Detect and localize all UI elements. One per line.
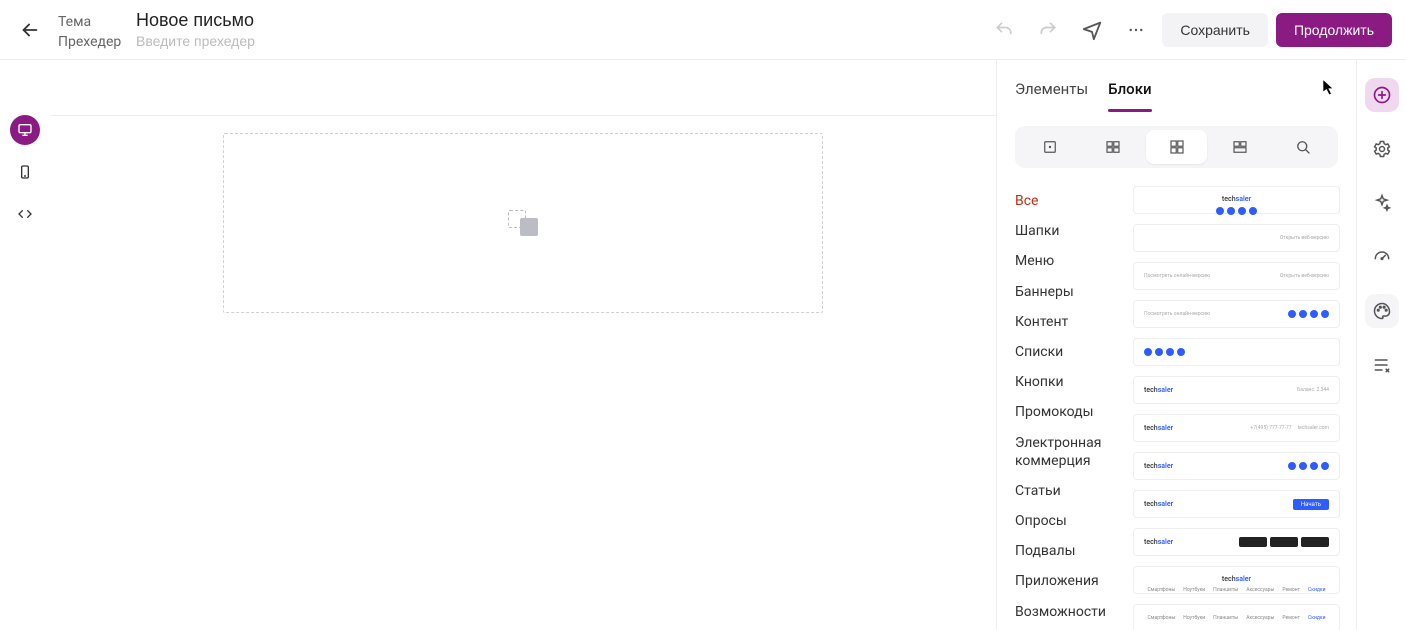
tab-elements[interactable]: Элементы xyxy=(1015,74,1088,112)
image-placeholder-icon xyxy=(508,210,538,236)
ai-sparkle-button[interactable] xyxy=(1365,186,1399,220)
category-item[interactable]: Списки xyxy=(1015,337,1125,367)
preheader-label: Прехедер xyxy=(58,34,122,50)
performance-button[interactable] xyxy=(1365,240,1399,274)
send-preview-button[interactable] xyxy=(1074,12,1110,48)
theme-button[interactable] xyxy=(1365,294,1399,328)
template-card[interactable]: techsaler xyxy=(1133,528,1340,556)
template-card[interactable]: СмартфоныНоутбукиПланшетыАксессуарыРемон… xyxy=(1133,604,1340,630)
save-button[interactable]: Сохранить xyxy=(1162,13,1268,47)
preheader-input[interactable] xyxy=(136,33,436,49)
undo-button[interactable] xyxy=(986,12,1022,48)
category-item[interactable]: Контент xyxy=(1015,307,1125,337)
template-card[interactable]: Открыть веб-версию xyxy=(1133,224,1340,252)
desktop-view-button[interactable] xyxy=(10,115,40,145)
category-item[interactable]: Приложения xyxy=(1015,566,1125,596)
category-item[interactable]: Подвалы xyxy=(1015,536,1125,566)
app-header: Тема Прехедер Сохранить Продолжить xyxy=(0,0,1406,60)
layout-1col-button[interactable] xyxy=(1019,130,1080,164)
category-item[interactable]: Баннеры xyxy=(1015,277,1125,307)
subject-block: Тема Прехедер xyxy=(58,10,436,50)
category-item[interactable]: Все xyxy=(1015,186,1125,216)
category-item[interactable]: Возможности xyxy=(1015,597,1125,627)
layout-toolbar xyxy=(1015,126,1338,168)
tab-blocks[interactable]: Блоки xyxy=(1108,74,1151,112)
add-block-button[interactable] xyxy=(1365,78,1399,112)
edit-list-button[interactable] xyxy=(1365,348,1399,382)
template-card[interactable]: techsaler Баланс: 2 344 xyxy=(1133,376,1340,404)
category-item[interactable]: Опросы xyxy=(1015,506,1125,536)
tools-rail xyxy=(1356,60,1406,630)
template-card[interactable]: techsaler +7(495) 777-77-77techsaler.com xyxy=(1133,414,1340,442)
more-menu-button[interactable] xyxy=(1118,12,1154,48)
category-item[interactable]: Промокоды xyxy=(1015,397,1125,427)
template-card[interactable] xyxy=(1133,338,1340,366)
continue-button[interactable]: Продолжить xyxy=(1276,13,1392,47)
device-rail xyxy=(0,60,50,630)
back-button[interactable] xyxy=(14,14,46,46)
header-actions: Сохранить Продолжить xyxy=(986,12,1392,48)
category-item[interactable]: Электронная коммерция xyxy=(1015,428,1125,476)
template-card[interactable]: techsaler xyxy=(1133,186,1340,214)
subject-label: Тема xyxy=(58,14,122,30)
template-card[interactable]: techsaler xyxy=(1133,452,1340,480)
layout-grid-button[interactable] xyxy=(1146,130,1207,164)
category-item[interactable]: Шапки xyxy=(1015,216,1125,246)
redo-button[interactable] xyxy=(1030,12,1066,48)
template-card[interactable]: techsaler Начать xyxy=(1133,490,1340,518)
panel-tabs: Элементы Блоки xyxy=(997,60,1356,112)
category-list: Все Шапки Меню Баннеры Контент Списки Кн… xyxy=(997,182,1125,630)
mobile-view-button[interactable] xyxy=(10,157,40,187)
layout-2col-button[interactable] xyxy=(1082,130,1143,164)
category-item[interactable]: Статьи xyxy=(1015,476,1125,506)
right-panel: Элементы Блоки Все Шапки Мен xyxy=(996,60,1356,630)
canvas-area[interactable] xyxy=(50,60,996,630)
template-card[interactable]: Посмотреть онлайн-версию xyxy=(1133,300,1340,328)
dropzone[interactable] xyxy=(223,133,823,313)
layout-mixed-button[interactable] xyxy=(1209,130,1270,164)
category-item[interactable]: Меню xyxy=(1015,246,1125,276)
code-view-button[interactable] xyxy=(10,199,40,229)
search-button[interactable] xyxy=(1273,130,1334,164)
category-item[interactable]: Кнопки xyxy=(1015,367,1125,397)
template-card[interactable]: Посмотреть онлайн-версию Открыть веб-вер… xyxy=(1133,262,1340,290)
settings-button[interactable] xyxy=(1365,132,1399,166)
template-list: techsaler Открыть веб-версию Посмотреть … xyxy=(1125,182,1356,630)
subject-input[interactable] xyxy=(136,10,436,31)
template-card[interactable]: techsaler СмартфоныНоутбукиПланшетыАксес… xyxy=(1133,566,1340,594)
